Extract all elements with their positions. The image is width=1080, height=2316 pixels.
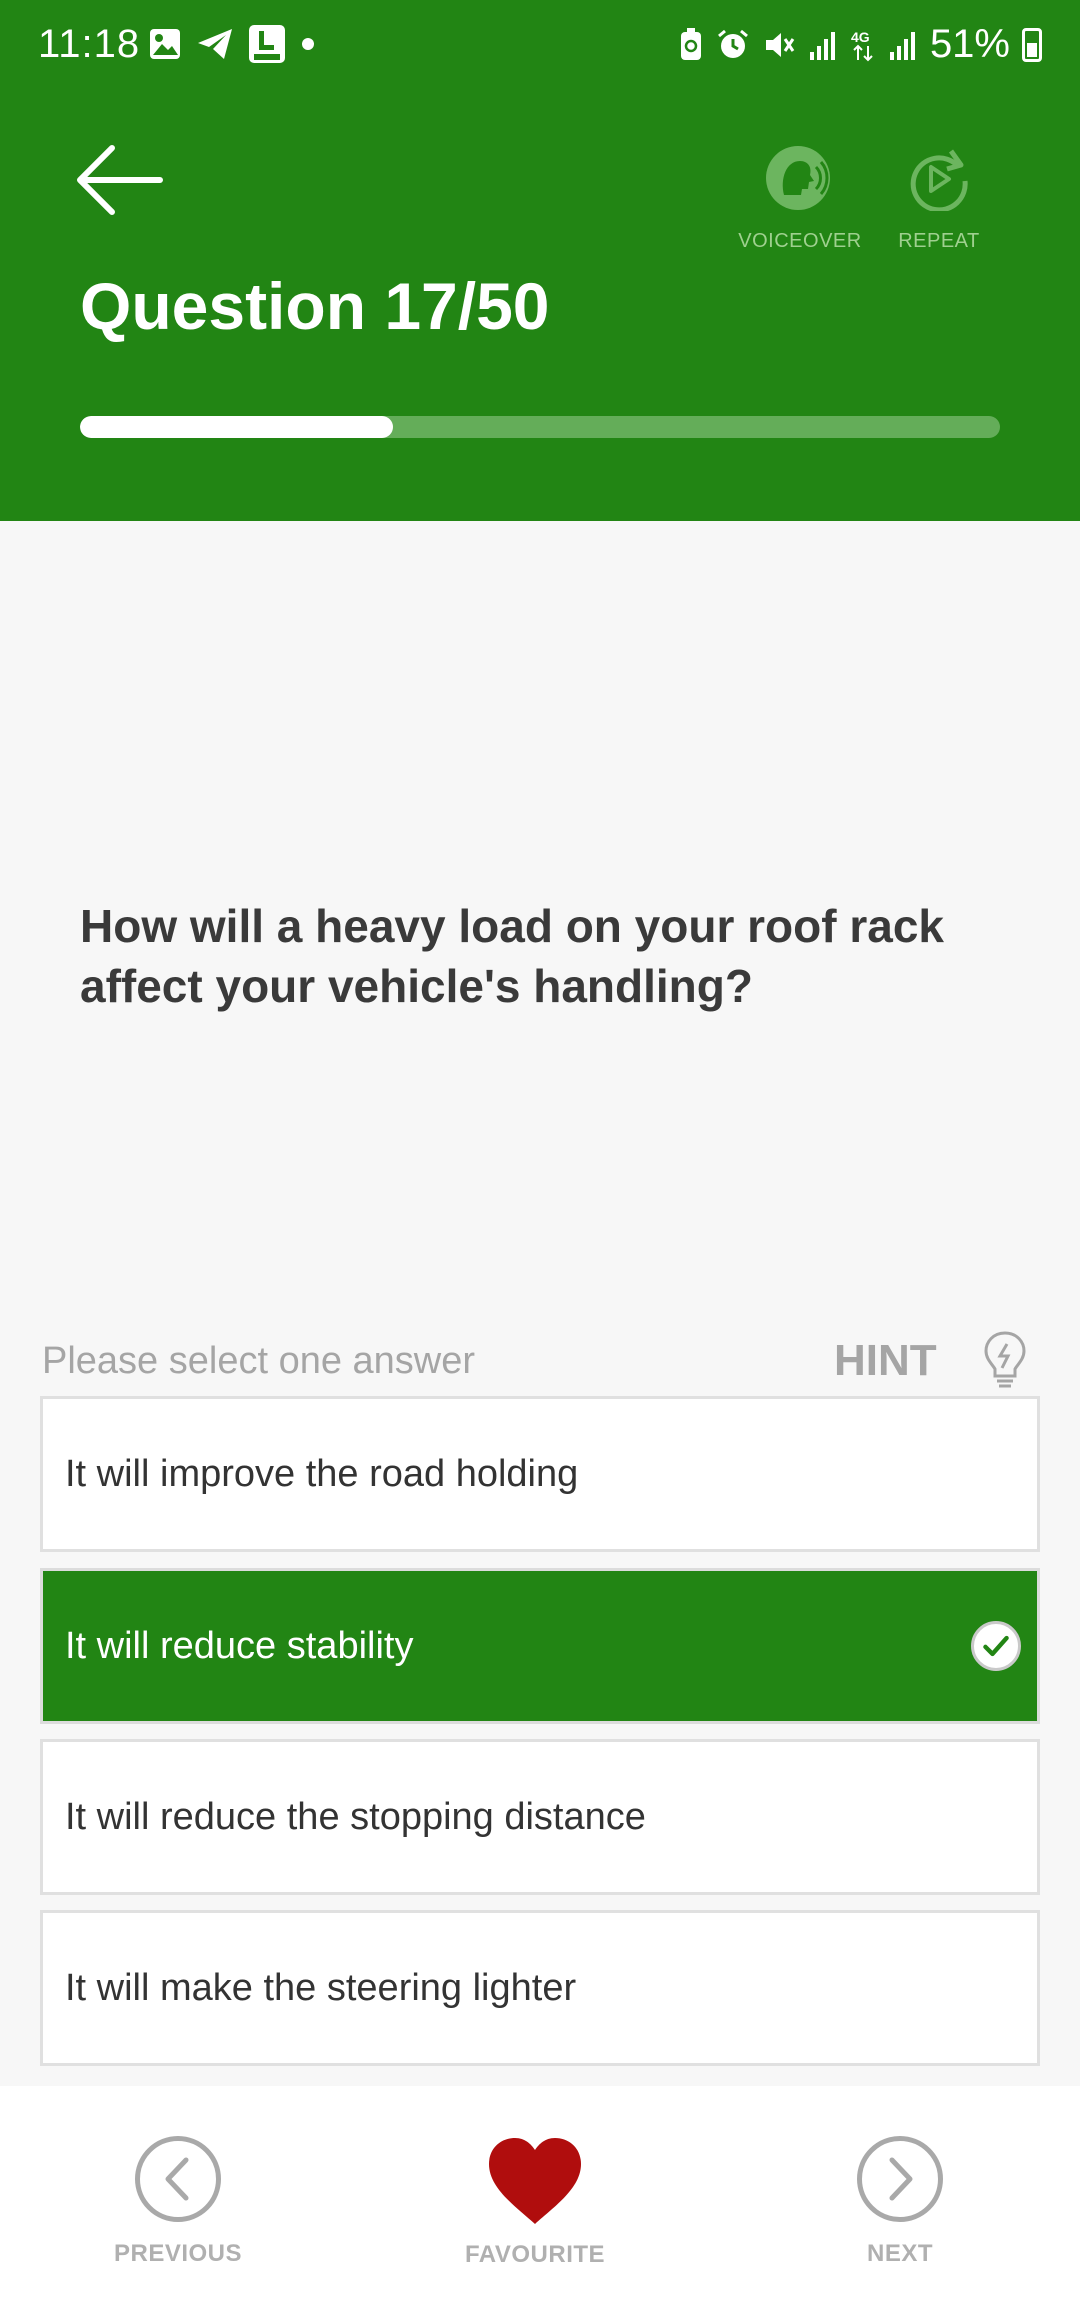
- dot-icon: [302, 38, 314, 50]
- system-icons: 4G 51%: [678, 22, 1042, 67]
- svg-text:4G: 4G: [851, 29, 870, 45]
- answer-text: It will make the steering lighter: [65, 1966, 577, 2009]
- telegram-icon: [198, 29, 232, 59]
- signal-icon-2: [889, 31, 915, 60]
- hint-button[interactable]: HINT: [834, 1336, 937, 1386]
- chevron-left-icon: [135, 2136, 221, 2222]
- answer-text: It will reduce the stopping distance: [65, 1795, 646, 1838]
- voiceover-icon: [766, 146, 830, 210]
- alarm-icon: [717, 29, 748, 58]
- previous-label: PREVIOUS: [113, 2240, 243, 2267]
- lightbulb-icon[interactable]: [982, 1330, 1028, 1390]
- progress-bar: [80, 416, 1000, 438]
- next-button[interactable]: NEXT: [840, 2136, 960, 2268]
- voiceover-button[interactable]: VOICEOVER: [726, 145, 874, 253]
- answer-text: It will improve the road holding: [65, 1452, 579, 1495]
- answer-instruction: Please select one answer: [42, 1340, 476, 1382]
- back-arrow-icon: [77, 145, 163, 215]
- question-text: How will a heavy load on your roof rack …: [80, 900, 944, 1012]
- repeat-button[interactable]: REPEAT: [880, 145, 998, 253]
- repeat-icon: [910, 149, 968, 213]
- favourite-button[interactable]: FAVOURITE: [460, 2136, 610, 2269]
- answer-text: It will reduce stability: [65, 1624, 414, 1667]
- answer-option[interactable]: It will reduce the stopping distance: [40, 1739, 1040, 1895]
- question-number-title: Question 17/50: [80, 269, 550, 343]
- answer-option[interactable]: It will improve the road holding: [40, 1396, 1040, 1552]
- next-label: NEXT: [866, 2240, 933, 2267]
- notification-icons: [148, 24, 316, 64]
- header: 11:18 4G 51% VOICEOVER REPEAT Question 1…: [0, 0, 1080, 521]
- battery-percent: 51%: [929, 22, 1010, 66]
- network-4g-icon: 4G: [851, 29, 873, 61]
- favourite-label: FAVOURITE: [464, 2241, 606, 2268]
- status-time: 11:18: [38, 22, 141, 66]
- repeat-label: REPEAT: [898, 230, 980, 252]
- mute-icon: [765, 32, 795, 57]
- signal-icon: [809, 31, 835, 60]
- status-bar: 11:18 4G 51%: [0, 0, 1080, 95]
- back-button[interactable]: [76, 140, 166, 220]
- check-icon: [971, 1621, 1021, 1671]
- battery-icon: [1022, 27, 1042, 62]
- previous-button[interactable]: PREVIOUS: [108, 2136, 248, 2268]
- voiceover-label: VOICEOVER: [738, 230, 862, 252]
- heart-icon: [489, 2138, 581, 2224]
- answer-option-selected[interactable]: It will reduce stability: [40, 1568, 1040, 1724]
- chevron-right-icon: [857, 2136, 943, 2222]
- learner-app-icon: [249, 25, 285, 63]
- answer-option[interactable]: It will make the steering lighter: [40, 1910, 1040, 2066]
- progress-fill: [80, 416, 393, 438]
- battery-saver-icon: [680, 27, 701, 60]
- bottom-navigation: PREVIOUS FAVOURITE NEXT: [0, 2086, 1080, 2316]
- gallery-icon: [150, 29, 180, 59]
